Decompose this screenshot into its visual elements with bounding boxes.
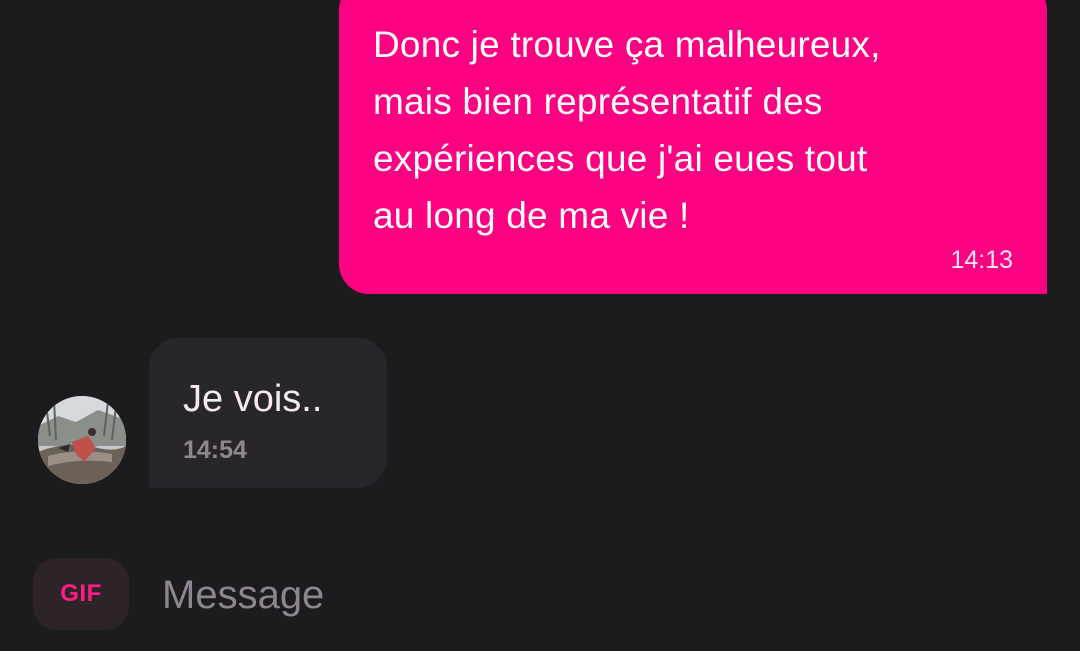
incoming-message-text: Je vois..: [183, 378, 323, 420]
outgoing-message-time: 14:13: [950, 246, 1013, 274]
contact-avatar[interactable]: [38, 396, 126, 484]
outgoing-message-bubble[interactable]: Donc je trouve ça malheureux, mais bien …: [339, 0, 1047, 294]
chat-screen: Donc je trouve ça malheureux, mais bien …: [0, 0, 1080, 651]
message-input[interactable]: [150, 560, 1054, 630]
message-composer: GIF: [0, 550, 1080, 640]
incoming-message-bubble[interactable]: Je vois.. 14:54: [149, 338, 387, 488]
outgoing-message-text: Donc je trouve ça malheureux, mais bien …: [373, 24, 881, 236]
avatar-photo: [38, 396, 126, 484]
gif-button[interactable]: GIF: [33, 558, 129, 630]
incoming-message-time: 14:54: [183, 436, 247, 464]
